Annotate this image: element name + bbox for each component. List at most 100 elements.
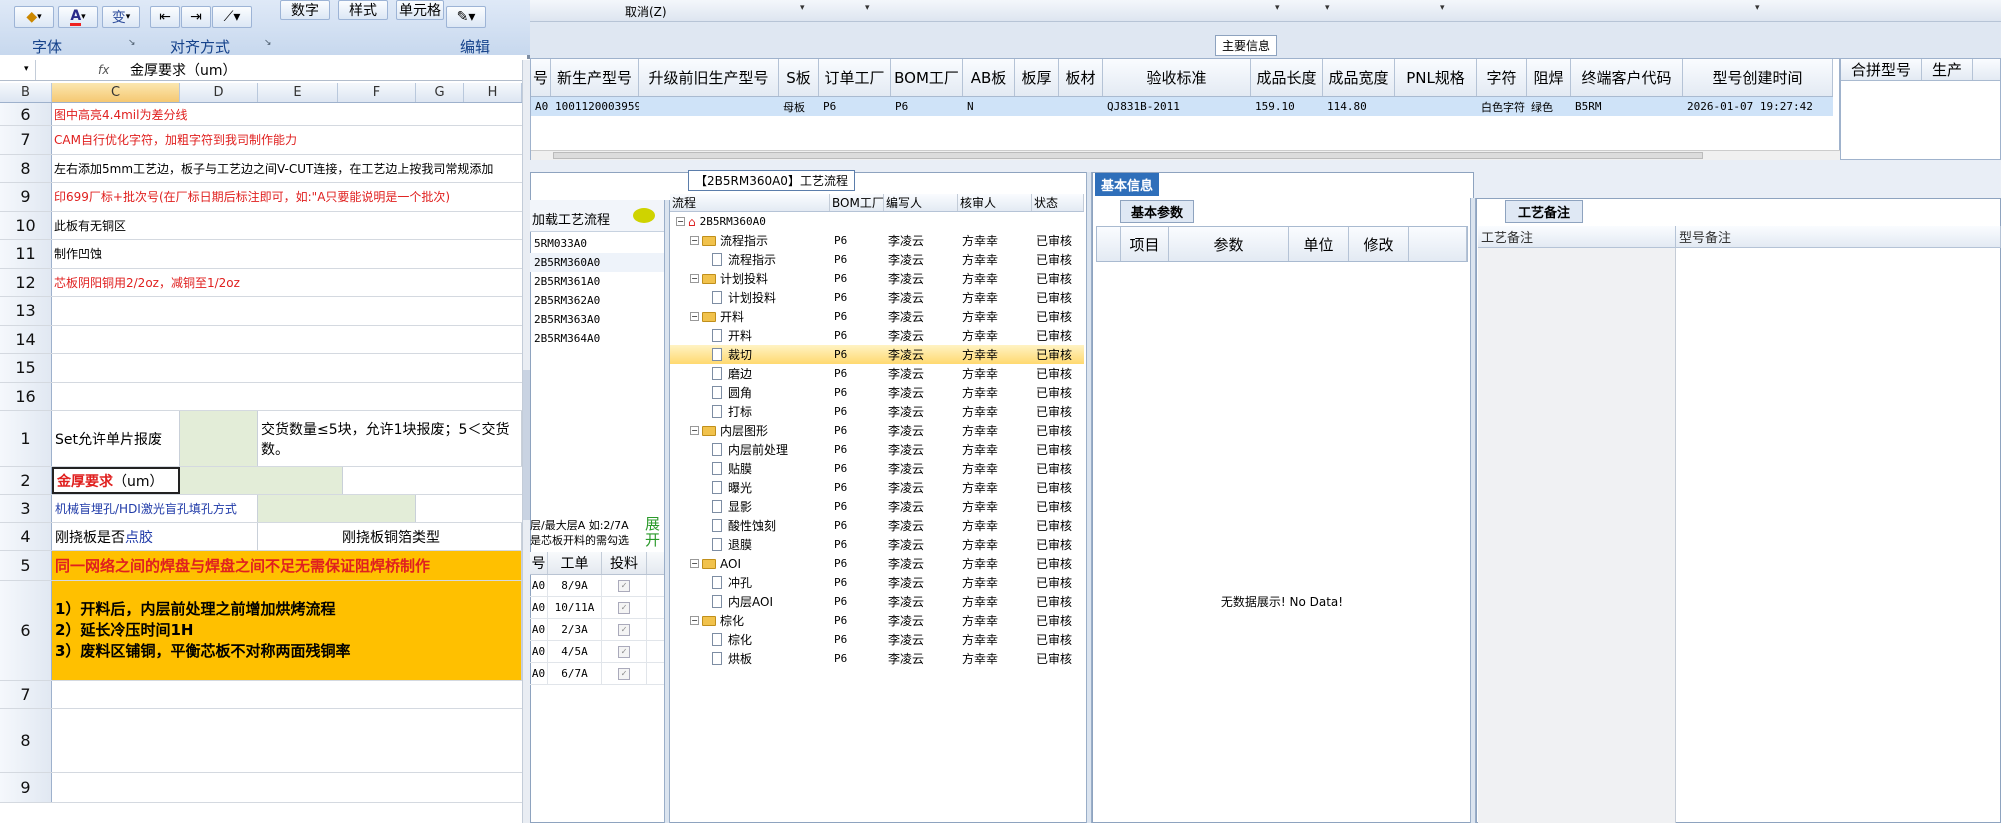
tree-node[interactable]: 酸性蚀刻 P6 李凌云 方幸幸 已审核 [670, 516, 1084, 535]
scroll-thumb[interactable] [553, 152, 1703, 159]
info-grid-cell[interactable] [639, 97, 779, 116]
info-grid-cell[interactable]: 114.80 [1323, 97, 1395, 116]
decrease-indent-icon[interactable]: ⇤ [150, 6, 180, 28]
checkbox-cell[interactable]: ✓ [602, 575, 647, 596]
info-grid-cell[interactable]: 2026-01-07 19:27:42 [1683, 97, 1833, 116]
sheet-row[interactable]: 6 1）开料后，内层前处理之前增加烘烤流程 2）延长冷压时间1H 3）废料区铺铜，平衡… [0, 581, 522, 681]
sheet-row[interactable]: 9 [0, 773, 522, 803]
craft-note-area[interactable] [1478, 248, 1676, 823]
blind-hole-input[interactable] [258, 495, 416, 522]
sheet-row[interactable]: 3 机械盲埋孔/HDI激光盲孔填孔方式 [0, 495, 522, 523]
set-scrap-input[interactable] [180, 411, 258, 466]
sheet-row[interactable]: 8 左右添加5mm工艺边，板子与工艺边之间V-CUT连接，在工艺边上按我司常规添加 [0, 154, 522, 183]
sheet-cell[interactable]: 图中高亮4.4mil为差分线 [52, 103, 522, 125]
sheet-cell[interactable] [52, 326, 522, 354]
tree-node[interactable]: 贴膜 P6 李凌云 方幸幸 已审核 [670, 459, 1084, 478]
row-header[interactable]: 12 [0, 268, 52, 296]
table-row[interactable]: A0 2/3A ✓ [530, 619, 665, 641]
tree-node[interactable]: 棕化 P6 李凌云 方幸幸 已审核 [670, 630, 1084, 649]
info-grid-cell[interactable]: 10011200039596 [551, 97, 639, 116]
row-header[interactable]: 10 [0, 211, 52, 239]
tree-node[interactable]: 显影 P6 李凌云 方幸幸 已审核 [670, 497, 1084, 516]
basic-info-title[interactable]: 基本信息 [1095, 173, 1160, 196]
row-header[interactable]: 9 [0, 773, 52, 802]
sheet-row[interactable]: 4 刚挠板是否 点胶 刚挠板铜箔类型 [0, 523, 522, 551]
sheet-row[interactable]: 16 [0, 382, 522, 411]
info-grid-header[interactable]: AB板 [963, 59, 1015, 96]
phonetic-button[interactable]: 变 ▾ [102, 6, 140, 28]
checkbox-cell[interactable]: ✓ [602, 641, 647, 662]
info-grid-cell[interactable]: B5RM [1571, 97, 1683, 116]
info-grid-cell[interactable]: P6 [891, 97, 963, 116]
tree-node[interactable]: 烘板 P6 李凌云 方幸幸 已审核 [670, 649, 1084, 668]
increase-indent-icon[interactable]: ⇥ [181, 6, 211, 28]
info-grid-header[interactable]: 字符 [1477, 59, 1527, 96]
list-item[interactable]: 2B5RM362A0 [530, 291, 665, 310]
list-item[interactable]: 2B5RM363A0 [530, 310, 665, 329]
checkbox-cell[interactable]: ✓ [602, 597, 647, 618]
font-color-button[interactable]: A ▾ [58, 6, 98, 28]
sheet-cell[interactable] [52, 354, 522, 382]
gold-thickness-label[interactable]: 金厚要求 （um） [52, 467, 180, 494]
info-grid-header[interactable]: 订单工厂 [819, 59, 891, 96]
tree-node[interactable]: − 内层图形 P6 李凌云 方幸幸 已审核 [670, 421, 1084, 440]
list-item[interactable]: 2B5RM361A0 [530, 272, 665, 291]
chevron-down-icon[interactable]: ▾ [800, 3, 805, 13]
vertical-scrollbar[interactable] [522, 60, 530, 823]
sheet-row[interactable]: 15 [0, 354, 522, 383]
info-grid-cell[interactable]: A0 [531, 97, 551, 116]
sheet-row[interactable]: 5 同一网络之间的焊盘与焊盘之间不足无需保证阻焊桥制作 [0, 551, 522, 581]
row-header[interactable]: 2 [0, 467, 52, 494]
info-grid-header[interactable]: 号 [531, 59, 551, 96]
tree-node[interactable]: 磨边 P6 李凌云 方幸幸 已审核 [670, 364, 1084, 383]
tree-node[interactable]: 打标 P6 李凌云 方幸幸 已审核 [670, 402, 1084, 421]
collapse-icon[interactable]: − [676, 217, 685, 226]
tree-node[interactable]: 圆角 P6 李凌云 方幸幸 已审核 [670, 383, 1084, 402]
sheet-cell[interactable] [52, 709, 522, 772]
sheet-cell[interactable] [52, 383, 522, 411]
sheet-cell[interactable]: CAM自行优化字符，加粗字符到我司制作能力 [52, 126, 522, 154]
sheet-row[interactable]: 9 印699厂标+批次号(在厂标日期后标注即可，如:"A只要能说明是一个批次) [0, 183, 522, 212]
tree-node[interactable]: 裁切 P6 李凌云 方幸幸 已审核 [670, 345, 1084, 364]
checkbox[interactable]: ✓ [618, 623, 630, 636]
sheet-row[interactable]: 2 金厚要求 （um） [0, 467, 522, 495]
tab-craft-notes[interactable]: 工艺备注 [1505, 200, 1584, 223]
list-item[interactable]: 2B5RM360A0 [530, 253, 665, 272]
row-header[interactable]: 9 [0, 183, 52, 211]
tree-node[interactable]: − AOI P6 李凌云 方幸幸 已审核 [670, 554, 1084, 573]
sheet-row[interactable]: 8 [0, 709, 522, 773]
info-grid-cell[interactable]: QJ831B-2011 [1103, 97, 1251, 116]
style-group-button[interactable]: 样式 [338, 0, 388, 20]
tree-node[interactable]: 开料 P6 李凌云 方幸幸 已审核 [670, 326, 1084, 345]
cell-group-button[interactable]: 单元格 [396, 0, 444, 20]
row-header[interactable]: 14 [0, 325, 52, 353]
sheet-row[interactable]: 10 此板有无铜区 [0, 211, 522, 240]
sheet-cell[interactable]: 左右添加5mm工艺边，板子与工艺边之间V-CUT连接，在工艺边上按我司常规添加 [52, 155, 522, 183]
sheet-row[interactable]: 14 [0, 325, 522, 354]
info-grid-cell[interactable] [1395, 97, 1477, 116]
tree-node[interactable]: − 计划投料 P6 李凌云 方幸幸 已审核 [670, 269, 1084, 288]
sheet-row[interactable]: 7 [0, 681, 522, 709]
tree-node[interactable]: 冲孔 P6 李凌云 方幸幸 已审核 [670, 573, 1084, 592]
sheet-cell[interactable] [52, 681, 522, 708]
info-grid-cell[interactable]: 159.10 [1251, 97, 1323, 116]
column-header[interactable]: E [258, 83, 338, 102]
checkbox[interactable]: ✓ [618, 601, 630, 614]
cancel-menu[interactable]: 取消(Z) [625, 3, 667, 20]
comment-icon[interactable] [633, 208, 655, 223]
info-grid-cell[interactable] [1059, 97, 1103, 116]
column-header[interactable]: D [180, 83, 258, 102]
name-box[interactable]: ▾ [0, 59, 36, 80]
info-grid-header[interactable]: 成品长度 [1251, 59, 1323, 96]
chevron-down-icon[interactable]: ▾ [1755, 3, 1760, 13]
row-header[interactable]: 4 [0, 523, 52, 550]
fill-color-button[interactable]: ◆ ▾ [14, 6, 54, 28]
info-grid-cell[interactable] [1015, 97, 1059, 116]
info-grid-header[interactable]: 型号创建时间 [1683, 59, 1833, 96]
row-header[interactable]: 6 [0, 103, 52, 125]
collapse-icon[interactable]: − [690, 559, 699, 568]
orientation-button[interactable]: ⟋▾ [212, 6, 252, 28]
checkbox-cell[interactable]: ✓ [602, 663, 647, 684]
tree-node[interactable]: 计划投料 P6 李凌云 方幸幸 已审核 [670, 288, 1084, 307]
row-selector[interactable] [1097, 227, 1121, 261]
